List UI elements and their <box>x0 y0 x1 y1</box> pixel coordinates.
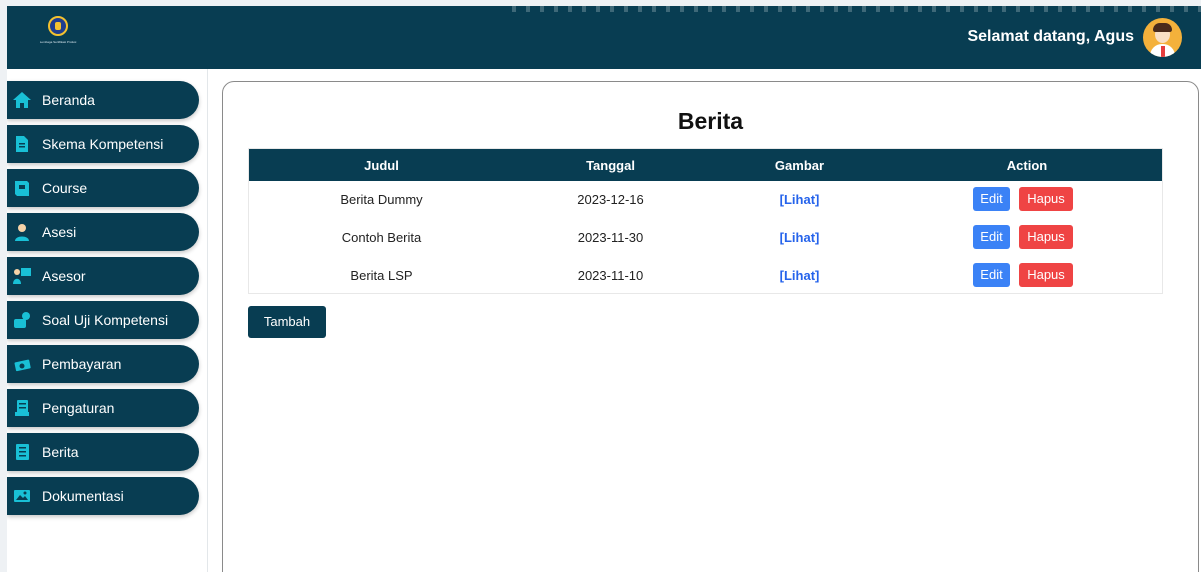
app-frame: Lembaga Sertifikasi Profesi Selamat data… <box>7 6 1201 572</box>
sidebar-item-label: Pengaturan <box>42 400 115 416</box>
avatar-tie <box>1161 46 1165 57</box>
sidebar-item-label: Pembayaran <box>42 356 122 372</box>
sidebar-item-pengaturan[interactable]: Pengaturan <box>7 389 199 427</box>
sidebar-item-course[interactable]: Course <box>7 169 199 207</box>
table-row: Contoh Berita 2023-11-30 [Lihat] Edit Ha… <box>249 219 1162 257</box>
column-header-tanggal: Tanggal <box>586 158 635 173</box>
sidebar-item-asesi[interactable]: Asesi <box>7 213 199 251</box>
book-icon <box>12 178 32 198</box>
sidebar-item-label: Soal Uji Kompetensi <box>42 312 169 328</box>
main-content-card: Berita Judul Tanggal Gambar Action Berit… <box>222 81 1199 572</box>
sidebar-item-dokumentasi[interactable]: Dokumentasi <box>7 477 199 515</box>
sidebar-item-label: Asesor <box>42 268 86 284</box>
news-title: Berita Dummy <box>340 192 423 207</box>
column-header-judul: Judul <box>364 158 399 173</box>
delete-button[interactable]: Hapus <box>1019 225 1073 249</box>
news-date: 2023-12-16 <box>577 192 644 207</box>
sidebar-item-skema-kompetensi[interactable]: Skema Kompetensi <box>7 125 199 163</box>
home-icon <box>12 90 32 110</box>
sidebar-item-label: Course <box>42 180 88 196</box>
user-avatar[interactable] <box>1143 18 1182 57</box>
view-image-link[interactable]: [Lihat] <box>707 230 892 245</box>
delete-button[interactable]: Hapus <box>1019 187 1073 211</box>
quiz-icon <box>12 310 32 330</box>
sidebar-item-beranda[interactable]: Beranda <box>7 81 199 119</box>
lsp-logo[interactable]: Lembaga Sertifikasi Profesi <box>27 16 89 56</box>
table-row: Berita LSP 2023-11-10 [Lihat] Edit Hapus <box>249 257 1162 295</box>
settings-icon <box>12 398 32 418</box>
column-header-action: Action <box>1006 158 1048 173</box>
sidebar-item-label: Berita <box>42 444 79 460</box>
header-decoration <box>512 6 1201 12</box>
logo-emblem <box>48 16 68 36</box>
news-title: Berita LSP <box>350 268 413 283</box>
person-icon <box>12 222 32 242</box>
page-title: Berita <box>677 108 744 134</box>
news-icon <box>12 442 32 462</box>
sidebar-item-soal-uji-kompetensi[interactable]: Soal Uji Kompetensi <box>7 301 199 339</box>
edit-button[interactable]: Edit <box>973 225 1010 249</box>
column-header-gambar: Gambar <box>774 158 825 173</box>
sidebar-item-label: Asesi <box>42 224 77 240</box>
news-title: Contoh Berita <box>341 230 422 245</box>
presenter-icon <box>12 266 32 286</box>
logo-text: Lembaga Sertifikasi Profesi <box>39 40 77 44</box>
sidebar-item-pembayaran[interactable]: Pembayaran <box>7 345 199 383</box>
edit-button[interactable]: Edit <box>973 187 1010 211</box>
news-date: 2023-11-10 <box>577 268 644 283</box>
news-table: Judul Tanggal Gambar Action Berita Dummy… <box>248 148 1163 294</box>
edit-button[interactable]: Edit <box>973 263 1010 287</box>
money-icon <box>12 354 32 374</box>
view-image-link[interactable]: [Lihat] <box>707 268 892 283</box>
sidebar-item-asesor[interactable]: Asesor <box>7 257 199 295</box>
sidebar-item-berita[interactable]: Berita <box>7 433 199 471</box>
add-news-button[interactable]: Tambah <box>248 306 326 338</box>
delete-button[interactable]: Hapus <box>1019 263 1073 287</box>
view-image-link[interactable]: [Lihat] <box>707 192 892 207</box>
sidebar-item-label: Beranda <box>42 92 95 108</box>
sidebar-item-label: Dokumentasi <box>42 488 124 504</box>
document-icon <box>12 134 32 154</box>
sidebar-item-label: Skema Kompetensi <box>42 136 164 152</box>
image-icon <box>12 486 32 506</box>
sidebar: Beranda Skema Kompetensi Course Asesi As… <box>7 69 208 572</box>
news-date: 2023-11-30 <box>577 230 644 245</box>
table-header: Judul Tanggal Gambar Action <box>249 149 1162 181</box>
table-row: Berita Dummy 2023-12-16 [Lihat] Edit Hap… <box>249 181 1162 219</box>
top-header: Lembaga Sertifikasi Profesi Selamat data… <box>7 6 1201 69</box>
avatar-hair <box>1153 23 1172 32</box>
welcome-text: Selamat datang, Agus <box>967 28 1134 45</box>
